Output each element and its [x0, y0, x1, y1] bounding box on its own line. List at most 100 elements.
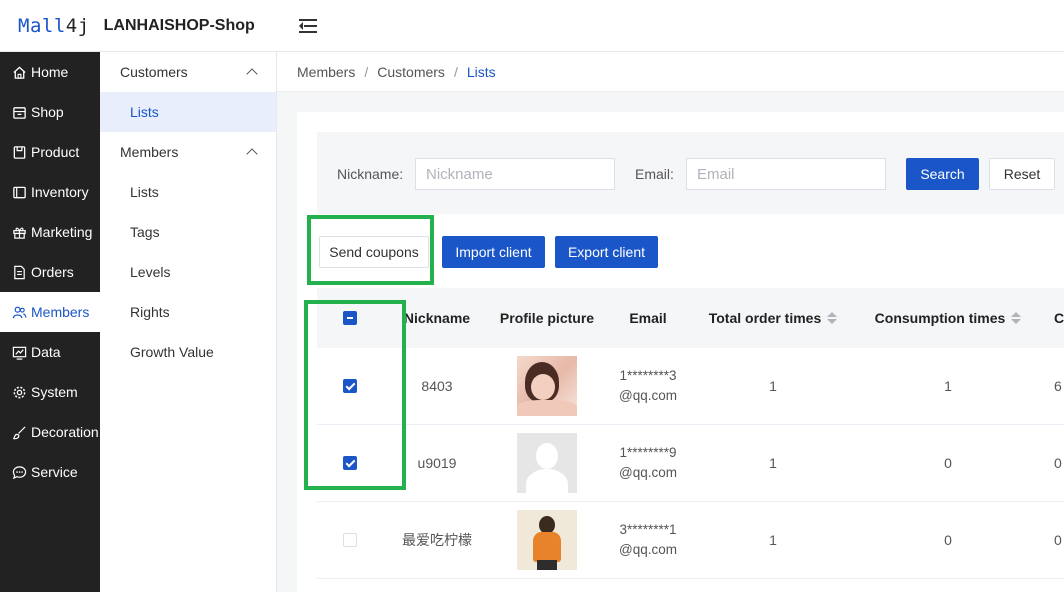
profile-picture-cell: [492, 510, 602, 570]
sidebar-item-label: Shop: [31, 104, 64, 120]
email-text: 3********1@qq.com: [619, 522, 677, 557]
more-cell: 0: [1054, 455, 1062, 471]
submenu-group-members[interactable]: Members: [100, 132, 276, 172]
shop-name: LANHAISHOP-Shop: [103, 16, 255, 34]
row-checkbox[interactable]: [342, 456, 357, 470]
submenu-group-label: Customers: [120, 64, 188, 80]
sidebar-item-label: Orders: [31, 264, 74, 280]
orders-icon: [14, 265, 25, 279]
avatar: [517, 510, 577, 570]
sidebar-item-label: Marketing: [31, 224, 93, 240]
more-cell: 6: [1054, 378, 1062, 394]
sidebar-item-product[interactable]: Product: [0, 132, 100, 172]
table-row: u9019 1********9@qq.com 1 0 0: [317, 425, 1064, 502]
sidebar-item-label: Inventory: [31, 184, 89, 200]
main-sidebar: Home Shop Product Inventory Marketing Or…: [0, 52, 100, 592]
sidebar-item-label: Members: [31, 304, 90, 320]
column-label: Consumption times: [874, 310, 1006, 326]
main-content: Members / Customers / Lists Nickname: Em…: [277, 52, 1064, 592]
breadcrumb-separator: /: [364, 63, 369, 80]
row-checkbox[interactable]: [342, 379, 357, 393]
row-checkbox[interactable]: [342, 533, 357, 547]
nickname-cell: u9019: [417, 455, 457, 471]
submenu-item-customer-lists[interactable]: Lists: [100, 92, 276, 132]
row-select-cell: [317, 379, 382, 393]
select-all-checkbox[interactable]: [342, 311, 357, 325]
brush-icon: [13, 425, 26, 439]
profile-picture-cell: [492, 356, 602, 416]
inventory-icon: [13, 186, 26, 198]
select-all-cell: [317, 311, 382, 325]
column-nickname: Nickname: [403, 310, 471, 326]
sidebar-item-data[interactable]: Data: [0, 332, 100, 372]
shop-icon: [13, 106, 26, 119]
import-client-button[interactable]: Import client: [442, 236, 545, 268]
email-cell: 1********9@qq.com: [602, 443, 694, 483]
submenu-group-label: Members: [120, 144, 179, 160]
nickname-cell: 最爱吃柠檬: [402, 532, 472, 548]
submenu-group-customers[interactable]: Customers: [100, 52, 276, 92]
reset-button[interactable]: Reset: [989, 158, 1055, 190]
profile-picture-cell: [492, 433, 602, 493]
submenu-item-member-lists[interactable]: Lists: [100, 172, 276, 212]
email-cell: 3********1@qq.com: [602, 520, 694, 560]
sort-icon[interactable]: [1011, 312, 1022, 324]
column-more: C: [1054, 310, 1064, 326]
sidebar-item-shop[interactable]: Shop: [0, 92, 100, 132]
breadcrumb-customers[interactable]: Customers: [377, 64, 445, 80]
avatar: [517, 356, 577, 416]
table-header: Nickname Profile picture Email Total ord…: [317, 288, 1064, 348]
sidebar-item-label: Home: [31, 64, 69, 80]
sub-sidebar: Customers Lists Members Lists Tags Level…: [100, 52, 277, 592]
sidebar-item-label: Data: [31, 344, 61, 360]
sidebar-item-system[interactable]: System: [0, 372, 100, 412]
column-total-order-times[interactable]: Total order times: [694, 310, 852, 326]
chart-icon: [12, 346, 27, 360]
sidebar-item-decoration[interactable]: Decoration: [0, 412, 100, 452]
search-form: Nickname: Email: Search Reset: [317, 132, 1064, 214]
email-text: 1********3@qq.com: [619, 368, 677, 403]
table-row: 最爱吃柠檬 3********1@qq.com 1 0 0: [317, 502, 1064, 579]
submenu-item-levels[interactable]: Levels: [100, 252, 276, 292]
submenu-item-growth-value[interactable]: Growth Value: [100, 332, 276, 372]
sort-icon[interactable]: [827, 312, 838, 324]
send-coupons-button[interactable]: Send coupons: [319, 236, 429, 268]
default-avatar-icon: [517, 433, 577, 493]
export-client-button[interactable]: Export client: [555, 236, 658, 268]
gear-icon: [13, 386, 26, 398]
sidebar-item-members[interactable]: Members: [0, 292, 100, 332]
consumption-times-cell: 0: [944, 532, 952, 548]
sidebar-item-home[interactable]: Home: [0, 52, 100, 92]
sidebar-item-label: Product: [31, 144, 80, 160]
email-input[interactable]: [686, 158, 886, 190]
sidebar-item-service[interactable]: Service: [0, 452, 100, 492]
email-text: 1********9@qq.com: [619, 445, 677, 480]
sidebar-item-inventory[interactable]: Inventory: [0, 172, 100, 212]
email-cell: 1********3@qq.com: [602, 366, 694, 406]
email-label: Email:: [635, 166, 674, 182]
chat-icon: [12, 465, 27, 479]
home-icon: [13, 65, 26, 79]
column-profile-picture: Profile picture: [499, 310, 595, 326]
sidebar-item-label: Decoration: [31, 424, 99, 440]
sidebar-item-orders[interactable]: Orders: [0, 252, 100, 292]
sidebar-item-marketing[interactable]: Marketing: [0, 212, 100, 252]
search-button[interactable]: Search: [906, 158, 979, 190]
submenu-item-tags[interactable]: Tags: [100, 212, 276, 252]
content-panel: Nickname: Email: Search Reset Send coupo…: [297, 112, 1064, 592]
members-icon: [12, 306, 27, 318]
total-order-times-cell: 1: [769, 455, 777, 471]
breadcrumb-separator: /: [453, 63, 458, 80]
chevron-up-icon: [246, 148, 258, 160]
submenu-item-rights[interactable]: Rights: [100, 292, 276, 332]
breadcrumb-members[interactable]: Members: [297, 64, 355, 80]
column-consumption-times[interactable]: Consumption times: [852, 310, 1044, 326]
total-order-times-cell: 1: [769, 378, 777, 394]
nickname-input[interactable]: [415, 158, 615, 190]
chevron-up-icon: [246, 68, 258, 80]
row-select-cell: [317, 533, 382, 547]
customer-table: Nickname Profile picture Email Total ord…: [317, 288, 1064, 579]
row-select-cell: [317, 456, 382, 470]
menu-collapse-icon[interactable]: [298, 18, 317, 34]
consumption-times-cell: 0: [944, 455, 952, 471]
